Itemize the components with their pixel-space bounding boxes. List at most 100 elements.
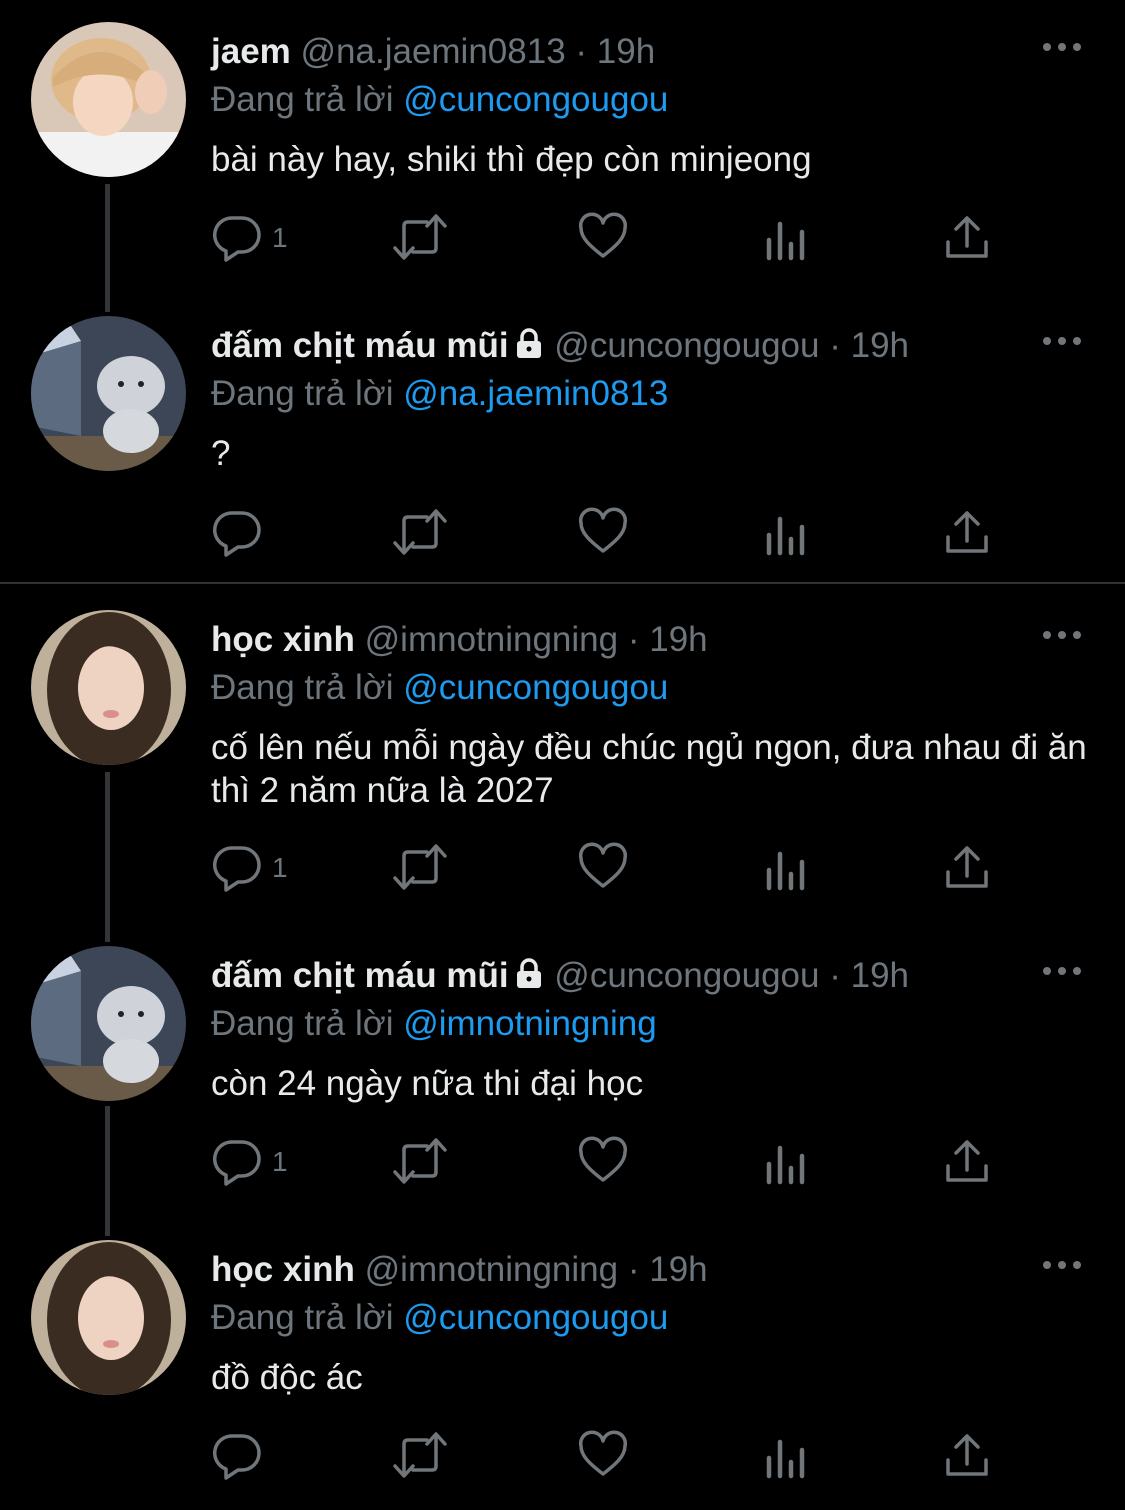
share-button[interactable] — [944, 212, 990, 272]
views-icon — [766, 221, 805, 261]
user-handle[interactable]: @cuncongougou — [554, 326, 819, 365]
reply-button[interactable]: 1 — [212, 1136, 292, 1196]
avatar[interactable] — [31, 946, 186, 1101]
timestamp[interactable]: 19h — [649, 1250, 707, 1289]
replying-to: Đang trả lời @na.jaemin0813 — [211, 374, 668, 414]
replying-to: Đang trả lời @cuncongougou — [211, 80, 668, 120]
share-icon — [946, 511, 988, 553]
timestamp[interactable]: 19h — [597, 32, 655, 71]
share-icon — [946, 1140, 988, 1182]
like-button[interactable] — [578, 1430, 628, 1490]
retweet-icon — [393, 844, 447, 890]
tweet-text: cố lên nếu mỗi ngày đều chúc ngủ ngon, đ… — [211, 728, 1087, 810]
like-button[interactable] — [578, 507, 628, 567]
views-button[interactable] — [765, 842, 807, 902]
tweet-actions — [0, 507, 1125, 567]
share-button[interactable] — [944, 1430, 990, 1490]
share-button[interactable] — [944, 1136, 990, 1196]
separator-dot: · — [627, 620, 640, 659]
mention-link[interactable]: @cuncongougou — [403, 80, 668, 119]
heart-icon — [578, 212, 628, 258]
avatar-image-plush — [31, 946, 186, 1101]
like-button[interactable] — [578, 842, 628, 902]
user-handle[interactable]: @imnotningning — [365, 620, 618, 659]
reply-icon — [212, 511, 261, 557]
reply-button[interactable]: 1 — [212, 842, 292, 902]
display-name[interactable]: đấm chịt máu mũi — [211, 956, 509, 995]
avatar[interactable] — [31, 610, 186, 765]
heart-icon — [578, 842, 628, 888]
more-icon[interactable] — [1042, 40, 1082, 54]
avatar[interactable] — [31, 316, 186, 471]
retweet-icon — [393, 214, 447, 260]
more-icon[interactable] — [1042, 334, 1082, 348]
replying-to-label: Đang trả lời — [211, 80, 394, 119]
reply-button[interactable] — [212, 1430, 292, 1490]
retweet-icon — [393, 1432, 447, 1478]
display-name[interactable]: học xinh — [211, 620, 355, 659]
heart-icon — [578, 1430, 628, 1476]
replying-to: Đang trả lời @cuncongougou — [211, 1298, 668, 1338]
retweet-button[interactable] — [391, 842, 449, 902]
tweet-actions: 1 — [0, 1136, 1125, 1196]
more-icon[interactable] — [1042, 1258, 1082, 1272]
avatar[interactable] — [31, 1240, 186, 1395]
tweet[interactable]: học xinh @imnotningning · 19h Đang trả l… — [0, 588, 1125, 928]
retweet-icon — [393, 509, 447, 555]
user-handle[interactable]: @imnotningning — [365, 1250, 618, 1289]
like-button[interactable] — [578, 212, 628, 272]
views-button[interactable] — [765, 507, 807, 567]
share-icon — [946, 216, 988, 258]
reply-count: 1 — [272, 1146, 288, 1177]
retweet-icon — [393, 1138, 447, 1184]
separator-dot: · — [575, 32, 588, 71]
reply-icon — [212, 1140, 261, 1186]
display-name[interactable]: jaem — [211, 32, 291, 71]
more-icon[interactable] — [1042, 628, 1082, 642]
retweet-button[interactable] — [391, 1430, 449, 1490]
reply-count: 1 — [272, 222, 288, 253]
retweet-button[interactable] — [391, 1136, 449, 1196]
views-icon — [766, 516, 805, 556]
tweet[interactable]: jaem @na.jaemin0813 · 19h Đang trả lời @… — [0, 0, 1125, 300]
share-button[interactable] — [944, 842, 990, 902]
mention-link[interactable]: @imnotningning — [403, 1004, 656, 1043]
mention-link[interactable]: @cuncongougou — [403, 1298, 668, 1337]
replying-to-label: Đang trả lời — [211, 1004, 394, 1043]
separator-dot: · — [627, 1250, 640, 1289]
heart-icon — [578, 507, 628, 553]
display-name[interactable]: đấm chịt máu mũi — [211, 326, 509, 365]
views-button[interactable] — [765, 1430, 807, 1490]
reply-count: 1 — [272, 852, 288, 883]
views-button[interactable] — [765, 212, 807, 272]
avatar[interactable] — [31, 22, 186, 177]
reply-button[interactable]: 1 — [212, 212, 292, 272]
reply-button[interactable] — [212, 507, 292, 567]
tweet[interactable]: học xinh @imnotningning · 19h Đang trả l… — [0, 1218, 1125, 1510]
user-handle[interactable]: @cuncongougou — [554, 956, 819, 995]
separator-dot: · — [829, 956, 841, 995]
tweet[interactable]: đấm chịt máu mũi @cuncongougou · 19h Đan… — [0, 924, 1125, 1224]
reply-icon — [212, 846, 261, 892]
avatar-image-girl — [31, 610, 186, 765]
timestamp[interactable]: 19h — [649, 620, 707, 659]
mention-link[interactable]: @cuncongougou — [403, 668, 668, 707]
tweet-actions — [0, 1430, 1125, 1490]
like-button[interactable] — [578, 1136, 628, 1196]
replying-to: Đang trả lời @imnotningning — [211, 1004, 657, 1044]
timestamp[interactable]: 19h — [851, 956, 909, 995]
tweet[interactable]: đấm chịt máu mũi @cuncongougou · 19h Đan… — [0, 294, 1125, 584]
share-button[interactable] — [944, 507, 990, 567]
user-handle[interactable]: @na.jaemin0813 — [301, 32, 566, 71]
mention-link[interactable]: @na.jaemin0813 — [403, 374, 668, 413]
replying-to-label: Đang trả lời — [211, 668, 394, 707]
retweet-button[interactable] — [391, 507, 449, 567]
replying-to: Đang trả lời @cuncongougou — [211, 668, 668, 708]
timestamp[interactable]: 19h — [851, 326, 909, 365]
display-name[interactable]: học xinh — [211, 1250, 355, 1289]
tweet-actions: 1 — [0, 212, 1125, 272]
tweet-header: học xinh @imnotningning · 19h — [211, 1250, 708, 1290]
views-button[interactable] — [765, 1136, 807, 1196]
more-icon[interactable] — [1042, 964, 1082, 978]
retweet-button[interactable] — [391, 212, 449, 272]
